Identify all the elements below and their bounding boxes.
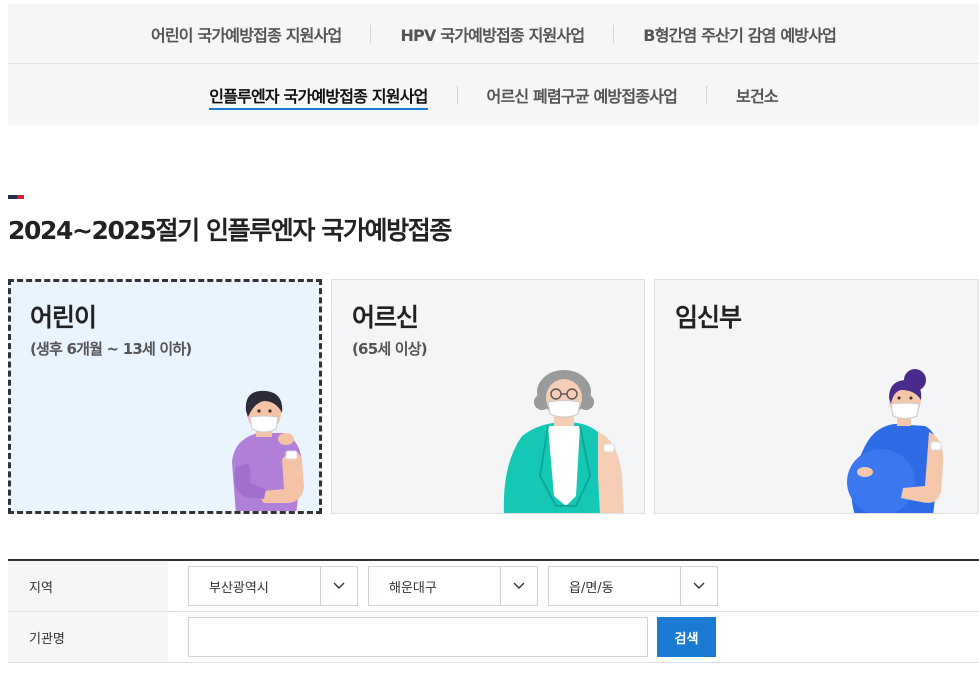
program-nav-row-1: 어린이 국가예방접종 지원사업 HPV 국가예방접종 지원사업 B형간염 주산기…: [8, 4, 979, 64]
city-select[interactable]: 부산광역시: [188, 566, 358, 606]
child-vaccination-illustration: [232, 390, 304, 511]
chevron-down-icon: [500, 567, 537, 605]
region-label: 지역: [8, 561, 168, 611]
chevron-down-icon: [320, 567, 357, 605]
card-title: 어린이: [30, 303, 97, 332]
card-pregnant[interactable]: 임신부: [654, 279, 979, 514]
nav-child-vaccination[interactable]: 어린이 국가예방접종 지원사업: [122, 22, 371, 46]
senior-vaccination-illustration: [503, 370, 624, 513]
card-subtitle: (생후 6개월 ~ 13세 이하): [30, 340, 192, 358]
search-button[interactable]: 검색: [657, 617, 716, 657]
section-title-mark: [8, 195, 24, 199]
region-row: 지역 부산광역시 해운대구 읍/면/동: [8, 561, 979, 612]
card-subtitle: (65세 이상): [352, 340, 428, 358]
nav-hepatitis-b-prevention[interactable]: B형간염 주산기 감염 예방사업: [614, 22, 865, 46]
town-select[interactable]: 읍/면/동: [548, 566, 718, 606]
card-senior[interactable]: 어르신 (65세 이상): [331, 279, 645, 514]
pregnant-vaccination-illustration: [847, 369, 944, 513]
town-select-value: 읍/면/동: [569, 580, 614, 596]
search-form: 지역 부산광역시 해운대구 읍/면/동 기관명 검색: [8, 559, 979, 663]
nav-influenza-vaccination[interactable]: 인플루엔자 국가예방접종 지원사업: [180, 83, 456, 110]
institution-label: 기관명: [8, 612, 168, 662]
program-nav-row-2: 인플루엔자 국가예방접종 지원사업 어르신 폐렴구균 예방접종사업 보건소: [8, 65, 979, 125]
institution-input[interactable]: [188, 617, 648, 657]
region-selects: 부산광역시 해운대구 읍/면/동: [168, 561, 979, 611]
city-select-value: 부산광역시: [209, 580, 269, 596]
card-child[interactable]: 어린이 (생후 6개월 ~ 13세 이하): [8, 279, 322, 514]
program-nav: 어린이 국가예방접종 지원사업 HPV 국가예방접종 지원사업 B형간염 주산기…: [8, 4, 979, 125]
district-select[interactable]: 해운대구: [368, 566, 538, 606]
institution-field: 검색: [168, 612, 979, 662]
institution-row: 기관명 검색: [8, 612, 979, 663]
nav-health-center[interactable]: 보건소: [707, 83, 807, 107]
chevron-down-icon: [680, 567, 717, 605]
district-select-value: 해운대구: [389, 580, 437, 596]
nav-hpv-vaccination[interactable]: HPV 국가예방접종 지원사업: [371, 22, 613, 46]
card-title: 임신부: [675, 303, 742, 332]
section-title: 2024~2025절기 인플루엔자 국가예방접종: [8, 216, 452, 245]
nav-senior-pneumococcal[interactable]: 어르신 폐렴구균 예방접종사업: [458, 83, 707, 107]
card-title: 어르신: [352, 303, 419, 332]
